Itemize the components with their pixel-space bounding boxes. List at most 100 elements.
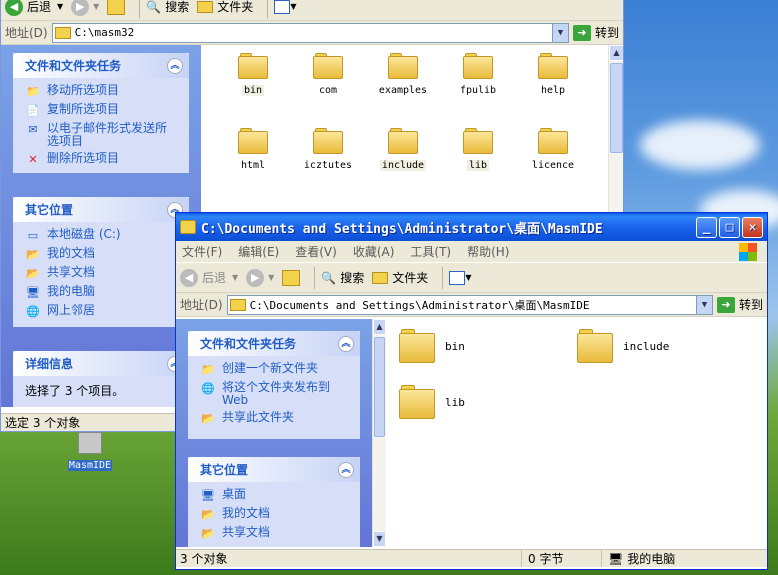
folder-icon [399, 385, 435, 419]
panel-header[interactable]: 文件和文件夹任务 ︽ [188, 331, 360, 356]
folder-icon [313, 53, 343, 79]
windows-logo-icon [739, 243, 757, 261]
folder-item[interactable]: licence [523, 128, 583, 171]
panel-header[interactable]: 文件和文件夹任务 ︽ [13, 53, 189, 78]
menu-edit[interactable]: 编辑(E) [238, 243, 279, 260]
task-delete[interactable]: ✕ 删除所选项目 [25, 152, 189, 167]
panel-header[interactable]: 详细信息︽ [13, 351, 189, 376]
menu-bar: 文件(F) 编辑(E) 查看(V) 收藏(A) 工具(T) 帮助(H) [176, 241, 767, 263]
back-button[interactable]: ◀ 后退 ▼ [180, 268, 238, 287]
scroll-thumb[interactable] [610, 63, 623, 153]
folder-icon [229, 298, 246, 311]
delete-icon: ✕ [28, 153, 38, 166]
collapse-icon[interactable]: ︽ [167, 57, 183, 74]
explorer-window-masmide: C:\Documents and Settings\Administrator\… [175, 212, 768, 570]
shared-documents-icon: 📂 [201, 527, 215, 540]
menu-favorites[interactable]: 收藏(A) [353, 243, 395, 260]
address-dropdown[interactable]: ▼ [551, 23, 568, 42]
publish-web-icon: 🌐 [201, 382, 215, 395]
move-icon: 📁 [26, 85, 40, 98]
folder-item[interactable]: com [298, 53, 358, 96]
toolbar: ◀ 后退 ▼ ▶ ▼ 🔍 搜索 文件夹 ▼ [176, 263, 767, 293]
panel-header[interactable]: 其它位置 ︽ [188, 457, 360, 482]
task-email[interactable]: ✉ 以电子邮件形式发送所选项目 [25, 122, 189, 148]
folder-item[interactable]: html [223, 128, 283, 171]
search-button[interactable]: 🔍 搜索 [321, 269, 364, 286]
task-move[interactable]: 📁 移动所选项目 [25, 84, 189, 99]
forward-button[interactable]: ▶ ▼ [246, 268, 274, 287]
views-button[interactable]: ▼ [274, 0, 296, 14]
email-icon: ✉ [28, 123, 38, 136]
forward-arrow-icon: ▶ [246, 268, 265, 287]
back-arrow-icon: ◀ [5, 0, 23, 16]
scroll-thumb[interactable] [374, 337, 385, 437]
folder-icon [463, 128, 493, 154]
folders-icon [197, 0, 214, 13]
views-button[interactable]: ▼ [449, 270, 471, 285]
folder-item[interactable]: examples [373, 53, 433, 96]
other-places-panel: 其它位置 ︽ 🖥 桌面 📂 我的文档 📂 共享文档 [188, 457, 360, 547]
place-shared-documents[interactable]: 📂 共享文档 [200, 526, 360, 541]
folder-icon [313, 128, 343, 154]
folders-button[interactable]: 文件夹 [372, 269, 428, 286]
place-my-computer[interactable]: 🖥 我的电脑 [25, 285, 189, 300]
menu-tools[interactable]: 工具(T) [410, 243, 451, 260]
place-desktop[interactable]: 🖥 桌面 [200, 488, 360, 503]
folder-item[interactable]: bin [399, 329, 465, 363]
folder-icon [538, 53, 568, 79]
go-arrow-icon: ➜ [716, 296, 735, 313]
folder-item[interactable]: lib [399, 385, 465, 419]
place-shared-documents[interactable]: 📂 共享文档 [25, 266, 189, 281]
maximize-button[interactable]: □ [719, 216, 740, 238]
go-button[interactable]: ➜ 转到 [716, 296, 763, 313]
status-size: 0 字节 [522, 550, 602, 567]
address-bar: 地址(D) C:\Documents and Settings\Administ… [176, 293, 767, 317]
panel-header[interactable]: 其它位置 ︽ [13, 197, 189, 222]
task-copy[interactable]: 📄 复制所选项目 [25, 103, 189, 118]
scroll-up-arrow[interactable]: ▲ [373, 319, 386, 335]
desktop-icon-label: MasmIDE [67, 460, 113, 471]
address-dropdown[interactable]: ▼ [695, 295, 712, 314]
place-my-documents[interactable]: 📂 我的文档 [25, 247, 189, 262]
title-bar[interactable]: C:\Documents and Settings\Administrator\… [176, 213, 767, 241]
task-pane-scrollbar[interactable]: ▲ ▼ [372, 319, 386, 547]
folder-item[interactable]: include [373, 128, 433, 171]
scroll-down-arrow[interactable]: ▼ [373, 531, 386, 547]
menu-help[interactable]: 帮助(H) [467, 243, 509, 260]
back-button[interactable]: ◀ 后退 ▼ [5, 0, 63, 16]
folder-item[interactable]: lib [448, 128, 508, 171]
address-bar: 地址(D) C:\masm32 ▼ ➜ 转到 [1, 21, 623, 45]
search-button[interactable]: 🔍 搜索 [146, 0, 189, 15]
place-local-disk[interactable]: ▭ 本地磁盘 (C:) [25, 228, 189, 243]
close-button[interactable]: ✕ [742, 216, 763, 238]
folders-button[interactable]: 文件夹 [197, 0, 253, 15]
minimize-button[interactable]: _ [696, 216, 717, 238]
menu-file[interactable]: 文件(F) [182, 243, 222, 260]
folder-item[interactable]: help [523, 53, 583, 96]
go-button[interactable]: ➜ 转到 [572, 24, 619, 41]
desktop-icon-masmide[interactable]: MasmIDE [66, 432, 114, 471]
collapse-icon[interactable]: ︽ [338, 461, 354, 478]
task-publish-web[interactable]: 🌐 将这个文件夹发布到Web [200, 381, 360, 407]
back-arrow-icon: ◀ [180, 268, 198, 287]
task-pane: 文件和文件夹任务 ︽ 📁 创建一个新文件夹 🌐 将这个文件夹发布到Web 📂 共享此文件… [176, 319, 372, 547]
address-input[interactable]: C:\Documents and Settings\Administrator\… [226, 294, 713, 315]
scroll-up-arrow[interactable]: ▲ [609, 45, 623, 61]
my-documents-icon: 📂 [201, 508, 215, 521]
folder-item[interactable]: include [577, 329, 669, 363]
disk-icon: ▭ [27, 229, 39, 242]
folder-item[interactable]: fpulib [448, 53, 508, 96]
folder-item[interactable]: icztutes [298, 128, 358, 171]
collapse-icon[interactable]: ︽ [338, 335, 354, 352]
place-my-documents[interactable]: 📂 我的文档 [200, 507, 360, 522]
task-share-folder[interactable]: 📂 共享此文件夹 [200, 411, 360, 426]
up-button[interactable] [282, 269, 301, 286]
up-button[interactable] [107, 0, 126, 15]
task-new-folder[interactable]: 📁 创建一个新文件夹 [200, 362, 360, 377]
menu-view[interactable]: 查看(V) [295, 243, 337, 260]
place-network[interactable]: 🌐 网上邻居 [25, 304, 189, 319]
folder-item[interactable]: bin [223, 53, 283, 96]
forward-button[interactable]: ▶ ▼ [71, 0, 99, 16]
my-documents-icon: 📂 [26, 248, 40, 261]
address-input[interactable]: C:\masm32 ▼ [51, 22, 569, 43]
